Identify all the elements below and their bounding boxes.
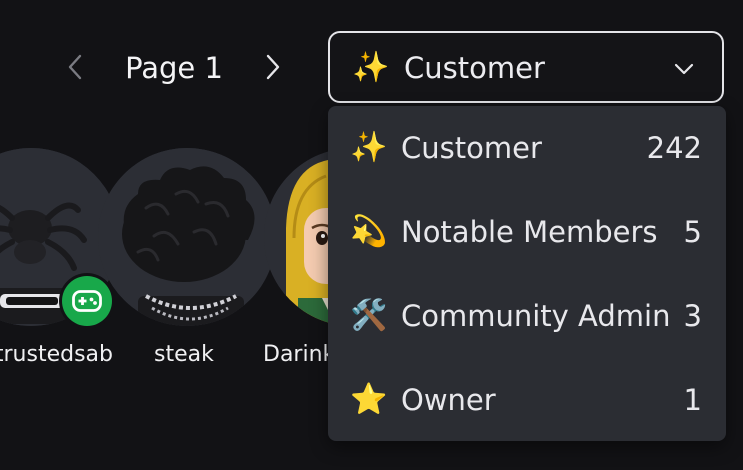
role-option-customer[interactable]: ✨ Customer 242 bbox=[328, 106, 726, 190]
role-option-owner[interactable]: ⭐ Owner 1 bbox=[328, 358, 726, 441]
role-option-label: Customer bbox=[401, 131, 542, 165]
avatar-image bbox=[98, 148, 276, 326]
next-page-button[interactable] bbox=[256, 46, 290, 88]
role-option-notable-members[interactable]: 💫 Notable Members 5 bbox=[328, 190, 726, 274]
page-indicator: Page 1 bbox=[125, 51, 223, 85]
hammer-wrench-icon: 🛠️ bbox=[350, 298, 388, 333]
role-option-label: Community Admin bbox=[401, 299, 671, 333]
member-name: Darink bbox=[263, 342, 336, 367]
role-option-count: 5 bbox=[683, 215, 702, 249]
role-option-count: 242 bbox=[646, 131, 702, 165]
chevron-left-icon bbox=[68, 54, 82, 80]
previous-page-button[interactable] bbox=[58, 46, 92, 88]
avatar bbox=[98, 148, 276, 326]
chevron-down-icon bbox=[674, 63, 694, 75]
role-select-value: Customer bbox=[404, 51, 545, 85]
role-select[interactable]: ✨ Customer bbox=[328, 31, 724, 103]
role-option-community-admin[interactable]: 🛠️ Community Admin 3 bbox=[328, 274, 726, 358]
role-dropdown-menu: ✨ Customer 242 💫 Notable Members 5 🛠️ Co… bbox=[328, 106, 726, 441]
group-members-page: trustedsab steak Darink Page 1 ✨ Custome… bbox=[0, 0, 743, 470]
role-option-label: Owner bbox=[401, 383, 496, 417]
member-name: steak bbox=[154, 342, 214, 367]
chevron-right-icon bbox=[266, 54, 280, 80]
dizzy-star-icon: 💫 bbox=[350, 214, 388, 249]
role-option-label: Notable Members bbox=[401, 215, 658, 249]
role-option-count: 1 bbox=[683, 383, 702, 417]
sparkles-icon: ✨ bbox=[350, 130, 388, 165]
sparkles-icon: ✨ bbox=[352, 50, 390, 85]
star-icon: ⭐ bbox=[350, 382, 388, 417]
role-option-count: 3 bbox=[683, 299, 702, 333]
